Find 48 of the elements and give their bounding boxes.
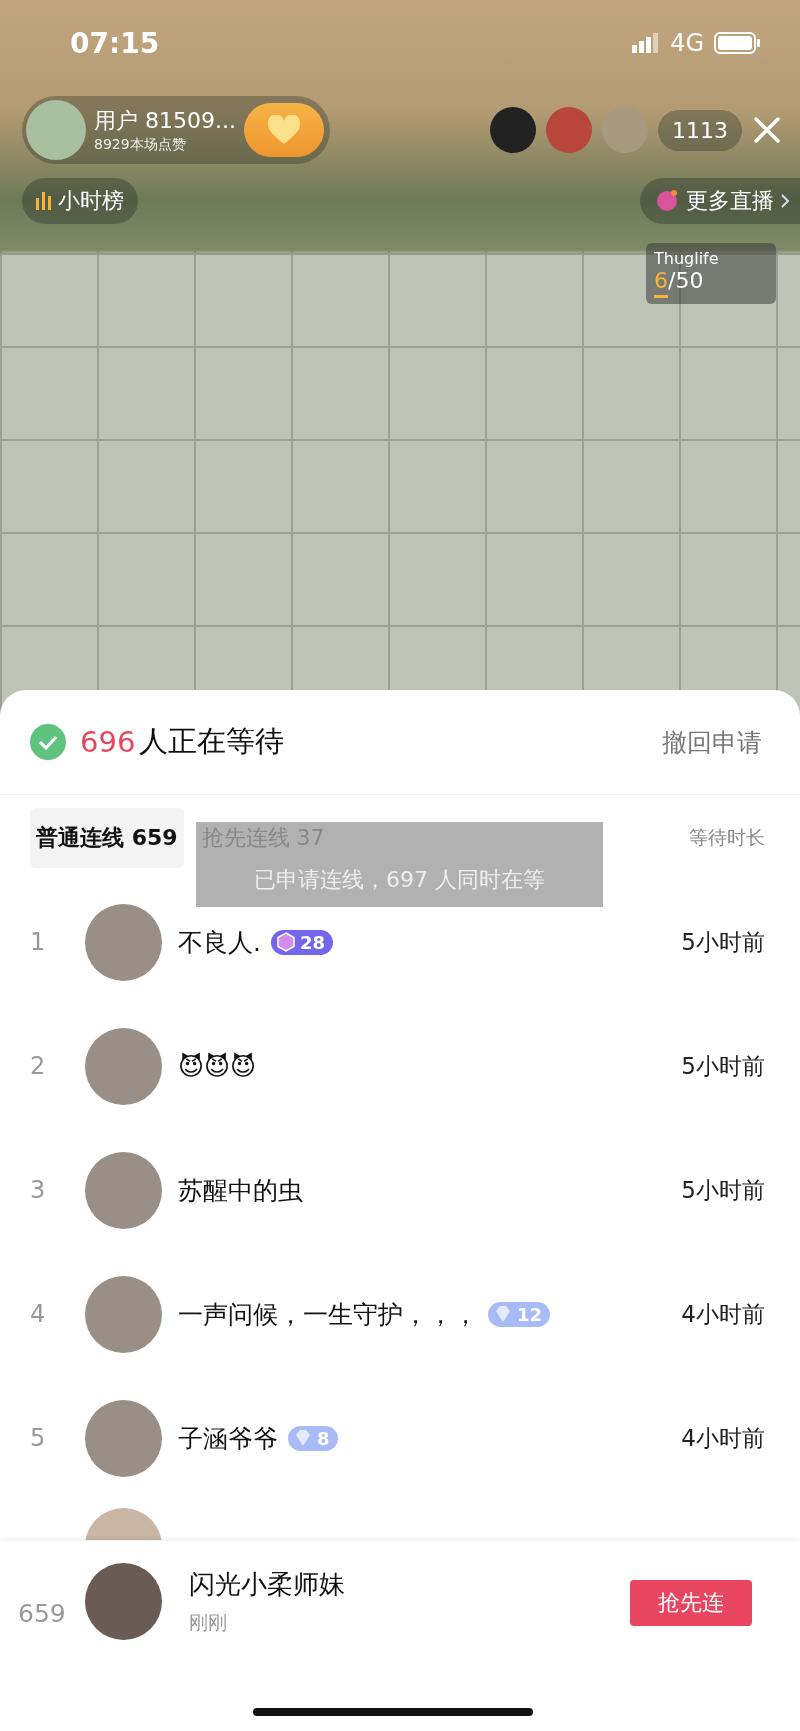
rank-number: 3	[30, 1176, 47, 1204]
waiting-count: 696	[80, 725, 136, 759]
rank-number: 4	[30, 1300, 47, 1328]
progress-total: /50	[668, 268, 704, 293]
gem-icon	[493, 1304, 513, 1324]
host-likes: 8929本场点赞	[94, 136, 187, 154]
hourly-rank-button[interactable]: 小时榜	[22, 178, 138, 224]
check-circle-icon	[30, 724, 66, 760]
user-name: 一声问候，一生守护，，，	[178, 1298, 478, 1331]
priority-connect-button[interactable]: 抢先连	[630, 1580, 752, 1626]
more-live-button[interactable]: 更多直播	[640, 178, 800, 224]
wait-time: 5小时前	[681, 1051, 765, 1081]
user-name: 不良人.	[178, 926, 261, 959]
user-name: 子涵爷爷	[178, 1422, 278, 1455]
withdraw-button[interactable]: 撤回申请	[662, 725, 762, 759]
user-name: 苏醒中的虫	[178, 1174, 303, 1207]
progress-current: 6	[654, 268, 668, 293]
rank-number: 5	[30, 1424, 47, 1452]
status-time: 07:15	[70, 26, 161, 60]
tab[interactable]: 普通连线 659	[30, 807, 184, 868]
viewer-count[interactable]: 1113	[658, 109, 742, 151]
wait-time: 刚刚	[189, 1610, 228, 1635]
waiting-label: 人正在等待	[139, 723, 286, 760]
close-icon[interactable]	[752, 115, 782, 145]
chevron-icon	[780, 193, 790, 209]
column-label: 等待时长	[689, 824, 765, 850]
hexagon-icon	[275, 932, 296, 952]
network-type: 4G	[670, 29, 704, 57]
wait-time: 5小时前	[681, 927, 765, 957]
bar-chart-icon	[36, 192, 52, 210]
rank-number: 1	[30, 928, 47, 956]
wait-time: 5小时前	[681, 1175, 765, 1205]
heart-icon	[266, 115, 301, 145]
wait-time: 4小时前	[681, 1299, 765, 1329]
rank-number: 2	[30, 1052, 47, 1080]
user-name: 闪光小柔师妹	[189, 1568, 345, 1601]
gem-icon	[293, 1428, 313, 1448]
widget-name: Thuglife	[654, 249, 720, 268]
level-badge: 12	[488, 1301, 551, 1327]
level-badge: 28	[270, 929, 333, 955]
wait-time: 4小时前	[681, 1423, 765, 1453]
host-name: 用户 81509...	[94, 107, 236, 135]
battery-icon	[714, 32, 760, 54]
planet-icon	[654, 188, 680, 214]
user-name: 😈😈😈	[178, 1051, 257, 1081]
signal-icon	[632, 33, 661, 53]
level-badge: 8	[288, 1425, 338, 1451]
rank-number: 659	[18, 1599, 67, 1628]
